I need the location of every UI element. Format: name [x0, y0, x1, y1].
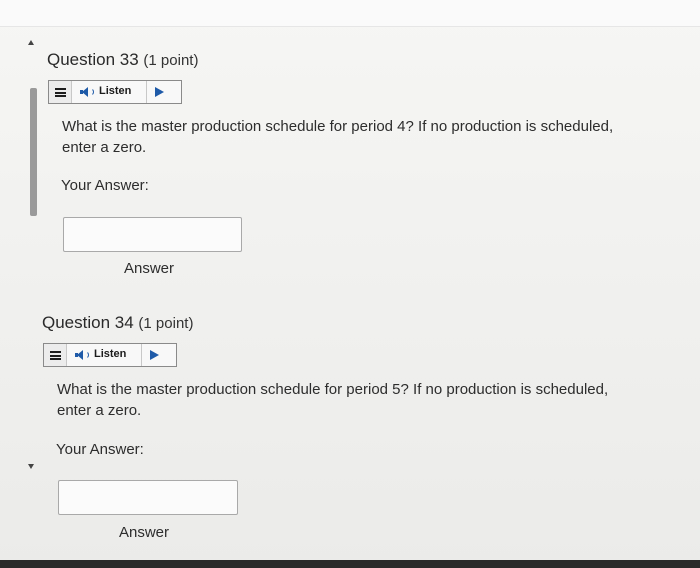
listen-button[interactable]: Listen [72, 81, 147, 103]
speaker-icon [75, 350, 91, 360]
play-icon[interactable] [155, 87, 164, 97]
your-answer-label: Your Answer: [56, 441, 144, 458]
question-title: Question 34 (1 point) [42, 313, 193, 333]
question-number: Question 34 [42, 313, 134, 332]
listen-toolbar: Listen [43, 343, 177, 367]
hamburger-menu-icon [50, 351, 61, 360]
question-text: What is the master production schedule f… [62, 116, 700, 158]
scroll-down-icon[interactable] [28, 464, 34, 469]
speaker-icon [80, 87, 96, 97]
question-title: Question 33 (1 point) [47, 50, 198, 70]
listen-menu-button[interactable] [49, 81, 72, 103]
scroll-up-icon[interactable] [28, 40, 34, 45]
play-icon[interactable] [150, 350, 159, 360]
answer-caption: Answer [124, 260, 175, 277]
question-text-line-1: What is the master production schedule f… [57, 381, 609, 398]
question-number: Question 33 [47, 50, 139, 69]
listen-button[interactable]: Listen [67, 344, 142, 366]
scrollbar[interactable] [24, 36, 38, 476]
listen-label: Listen [94, 348, 127, 360]
question-points: (1 point) [143, 52, 199, 69]
bottom-edge [0, 560, 700, 568]
question-33: Question 33 (1 point) Listen What is the… [47, 50, 613, 277]
screen: Question 33 (1 point) Listen What is the… [0, 0, 700, 568]
answer-caption: Answer [119, 524, 170, 541]
question-text-line-2: enter a zero. [62, 139, 147, 156]
question-text-line-2: enter a zero. [57, 402, 142, 419]
question-points: (1 point) [138, 315, 194, 332]
listen-toolbar: Listen [48, 80, 182, 104]
top-edge [0, 0, 700, 27]
listen-label: Listen [99, 85, 132, 97]
listen-menu-button[interactable] [44, 344, 67, 366]
hamburger-menu-icon [55, 88, 66, 97]
answer-input[interactable] [63, 217, 242, 252]
your-answer-label: Your Answer: [61, 177, 149, 194]
scroll-thumb[interactable] [30, 88, 37, 216]
question-text: What is the master production schedule f… [57, 379, 697, 421]
question-34: Question 34 (1 point) Listen What is the… [42, 313, 608, 541]
answer-input[interactable] [58, 480, 238, 515]
question-text-line-1: What is the master production schedule f… [62, 118, 614, 135]
